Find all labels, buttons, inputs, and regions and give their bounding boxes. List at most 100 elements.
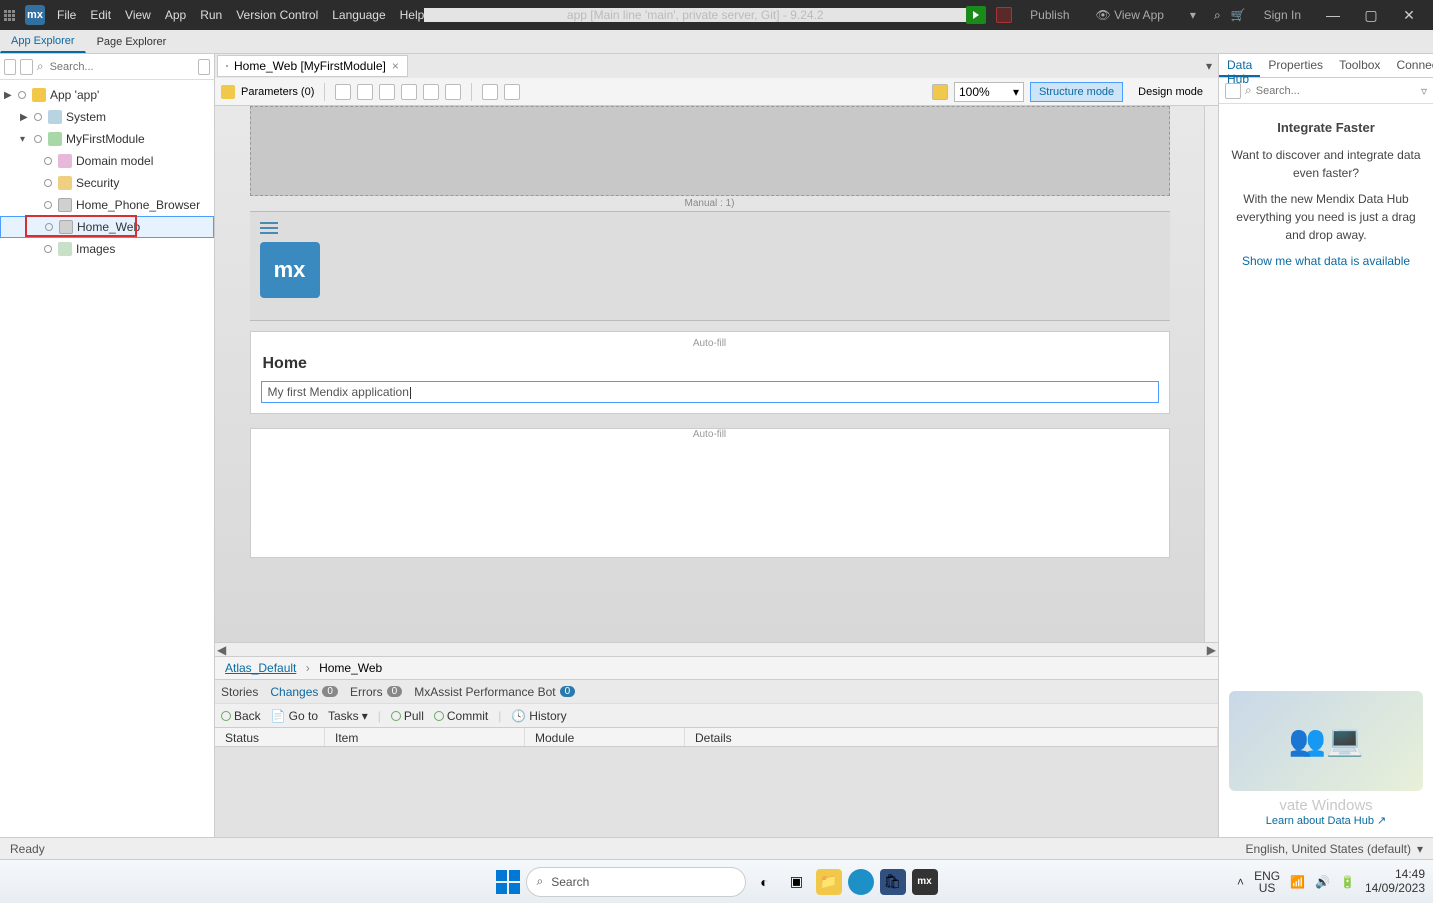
tree-node-security[interactable]: Security — [0, 172, 214, 194]
toolbar-error-icon[interactable] — [504, 84, 520, 100]
taskbar-taskview-icon[interactable]: ▣ — [784, 869, 810, 895]
commit-button[interactable]: Commit — [434, 709, 488, 723]
collapse-all-icon[interactable] — [4, 59, 16, 75]
tree-node-images[interactable]: Images — [0, 238, 214, 260]
back-button[interactable]: Back — [221, 709, 261, 723]
tab-errors[interactable]: Errors0 — [350, 685, 402, 699]
datahub-search-input[interactable] — [1256, 85, 1417, 97]
taskbar-edge-icon[interactable] — [848, 869, 874, 895]
toolbar-input-icon[interactable] — [445, 84, 461, 100]
tree-node-home-phone[interactable]: Home_Phone_Browser — [0, 194, 214, 216]
toolbar-columns-icon[interactable] — [379, 84, 395, 100]
tray-language[interactable]: ENGUS — [1254, 870, 1280, 894]
status-language[interactable]: English, United States (default) — [1246, 842, 1411, 856]
tab-page-explorer[interactable]: Page Explorer — [86, 31, 178, 53]
page-canvas-scroll[interactable]: Manual : 1) mx Auto-fill Home My first M… — [215, 106, 1204, 642]
tab-properties[interactable]: Properties — [1260, 54, 1331, 77]
page-canvas[interactable]: Manual : 1) mx Auto-fill Home My first M… — [250, 106, 1170, 558]
toolbar-pointer-icon[interactable] — [335, 84, 351, 100]
close-tab-icon[interactable]: × — [392, 59, 399, 73]
learn-datahub-link[interactable]: Learn about Data Hub ↗ — [1229, 814, 1423, 827]
cart-icon[interactable]: 🛒 — [1231, 8, 1246, 22]
tab-changes[interactable]: Changes0 — [270, 685, 338, 699]
search-global-icon[interactable]: ⌕ — [1214, 8, 1221, 23]
page-header-region[interactable]: mx — [250, 211, 1170, 321]
start-button[interactable] — [496, 870, 520, 894]
col-module[interactable]: Module — [525, 728, 685, 746]
view-app-button[interactable]: 👁 View App — [1088, 6, 1172, 24]
tab-app-explorer[interactable]: App Explorer — [0, 30, 86, 53]
toolbar-phone-icon[interactable] — [932, 84, 948, 100]
page-subtitle-text[interactable]: My first Mendix application — [261, 381, 1159, 403]
taskbar-search[interactable]: ⌕Search — [526, 867, 746, 897]
menu-vcs[interactable]: Version Control — [236, 8, 318, 22]
tree-node-home-web[interactable]: Home_Web — [0, 216, 214, 238]
close-button[interactable]: ✕ — [1395, 7, 1423, 24]
taskbar-explorer-icon[interactable]: 📁 — [816, 869, 842, 895]
history-button[interactable]: 🕓History — [511, 709, 566, 723]
empty-layout-region[interactable]: Auto-fill — [250, 428, 1170, 558]
sign-in-button[interactable]: Sign In — [1256, 6, 1309, 24]
tab-data-hub[interactable]: Data Hub — [1219, 54, 1260, 77]
vertical-scrollbar[interactable] — [1204, 106, 1218, 642]
pull-button[interactable]: Pull — [391, 709, 424, 723]
stop-button[interactable] — [996, 7, 1012, 23]
tree-node-domain-model[interactable]: Domain model — [0, 150, 214, 172]
toolbar-container-icon[interactable] — [357, 84, 373, 100]
tree-node-system[interactable]: ▶System — [0, 106, 214, 128]
menu-app[interactable]: App — [165, 8, 186, 22]
menu-run[interactable]: Run — [200, 8, 222, 22]
datahub-show-link[interactable]: Show me what data is available — [1229, 252, 1423, 270]
tree-node-module[interactable]: ▾MyFirstModule — [0, 128, 214, 150]
view-app-dropdown[interactable]: ▾ — [1182, 6, 1204, 24]
tab-performance-bot[interactable]: MxAssist Performance Bot0 — [414, 685, 575, 699]
page-content-region[interactable]: Auto-fill Home My first Mendix applicati… — [250, 331, 1170, 414]
page-title-heading[interactable]: Home — [263, 355, 1159, 373]
design-mode-button[interactable]: Design mode — [1129, 82, 1212, 102]
status-lang-dropdown[interactable]: ▾ — [1417, 842, 1423, 856]
goto-button[interactable]: 📄Go to — [271, 709, 318, 723]
breadcrumb-layout[interactable]: Atlas_Default — [225, 661, 296, 675]
toolbar-table-icon[interactable] — [423, 84, 439, 100]
tray-chevron-icon[interactable]: ˄ — [1237, 875, 1244, 889]
datahub-home-icon[interactable] — [1225, 83, 1241, 99]
minimize-button[interactable]: — — [1319, 7, 1347, 23]
toolbar-rows-icon[interactable] — [401, 84, 417, 100]
zoom-select[interactable]: 100%▾ — [954, 82, 1024, 102]
tree-node-app[interactable]: ▶App 'app' — [0, 84, 214, 106]
tab-toolbox[interactable]: Toolbox — [1331, 54, 1388, 77]
tray-wifi-icon[interactable]: 📶 — [1290, 875, 1305, 889]
app-menu-icon[interactable] — [4, 10, 15, 21]
taskbar-store-icon[interactable]: 🛍 — [880, 869, 906, 895]
menu-view[interactable]: View — [125, 8, 151, 22]
tray-battery-icon[interactable]: 🔋 — [1340, 875, 1355, 889]
filter-icon[interactable]: ▿ — [1421, 84, 1427, 98]
expand-toggle-icon[interactable] — [20, 59, 32, 75]
col-details[interactable]: Details — [685, 728, 1218, 746]
menu-edit[interactable]: Edit — [90, 8, 111, 22]
toolbar-settings-icon[interactable] — [482, 84, 498, 100]
maximize-button[interactable]: ▢ — [1357, 7, 1385, 24]
horizontal-scrollbar[interactable]: ◀▶ — [215, 642, 1218, 656]
publish-button[interactable]: Publish — [1022, 6, 1077, 24]
filter-icon[interactable] — [198, 59, 210, 75]
taskbar-copilot-icon[interactable]: ◐ — [752, 869, 778, 895]
menu-help[interactable]: Help — [400, 8, 425, 22]
tray-clock[interactable]: 14:4914/09/2023 — [1365, 868, 1425, 894]
tray-volume-icon[interactable]: 🔊 — [1315, 875, 1330, 889]
menu-file[interactable]: File — [57, 8, 76, 22]
explorer-search-input[interactable] — [48, 59, 194, 75]
col-status[interactable]: Status — [215, 728, 325, 746]
parameters-label[interactable]: Parameters (0) — [241, 86, 314, 98]
run-button[interactable] — [966, 6, 986, 24]
col-item[interactable]: Item — [325, 728, 525, 746]
doc-tab-home-web[interactable]: Home_Web [MyFirstModule] × — [217, 55, 408, 77]
taskbar-mendix-icon[interactable]: mx — [912, 869, 938, 895]
tab-stories[interactable]: Stories — [221, 685, 258, 699]
hamburger-icon[interactable] — [260, 222, 278, 224]
tab-overflow-dropdown[interactable]: ▾ — [1200, 59, 1218, 73]
structure-mode-button[interactable]: Structure mode — [1030, 82, 1123, 102]
menu-language[interactable]: Language — [332, 8, 385, 22]
tab-connector[interactable]: Connector — [1388, 54, 1433, 77]
tasks-dropdown[interactable]: Tasks▾ — [328, 709, 368, 723]
